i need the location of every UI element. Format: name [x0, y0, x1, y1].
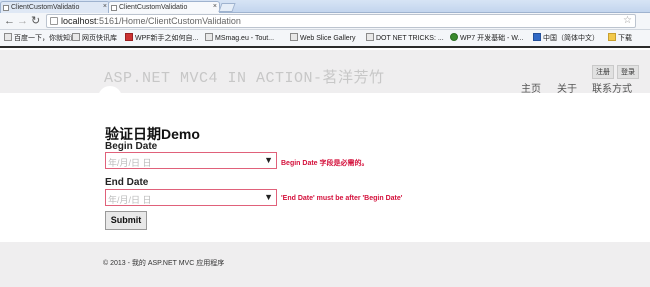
forward-icon[interactable]: → — [17, 14, 28, 28]
bookmark-label: MSmag.eu - Tout... — [215, 35, 275, 42]
page-icon — [290, 33, 298, 41]
dropdown-arrow-icon[interactable]: ▼ — [264, 155, 273, 165]
site-footer: © 2013 - 我的 ASP.NET MVC 应用程序 — [0, 242, 650, 287]
tab-strip: ClientCustomValidatio × ClientCustomVali… — [0, 0, 650, 13]
windows-icon — [533, 33, 541, 41]
bookmark-label: 下载 — [618, 35, 632, 42]
tab-2[interactable]: ClientCustomValidatio × — [108, 1, 220, 13]
bookmark-label: DOT NET TRICKS: ... — [376, 35, 444, 42]
bookmark-label: WPF新手之如何自... — [135, 35, 199, 42]
begin-date-error: Begin Date 字段是必需的。 — [281, 160, 369, 167]
bookmark-label: 网页快讯库 — [82, 35, 117, 42]
page-icon — [72, 33, 80, 41]
address-bar[interactable]: localhost:5161/Home/ClientCustomValidati… — [46, 14, 636, 28]
page-icon — [205, 33, 213, 41]
page-icon — [3, 5, 9, 11]
end-date-input[interactable]: 年/月/日 日 ▼ — [105, 189, 277, 206]
bookmark-item[interactable]: Web Slice Gallery — [290, 33, 356, 42]
bookmark-item[interactable]: DOT NET TRICKS: ... — [366, 33, 444, 42]
bookmark-label: WP7 开发基础 - W... — [460, 35, 524, 42]
bookmark-item[interactable]: 网页快讯库 — [72, 33, 117, 43]
tab-1-label: ClientCustomValidatio — [11, 4, 80, 11]
footer-copyright: © 2013 - 我的 ASP.NET MVC 应用程序 — [103, 260, 225, 267]
bookmark-item[interactable]: WP7 开发基础 - W... — [450, 33, 523, 43]
reload-icon[interactable]: ↻ — [31, 14, 40, 28]
close-icon[interactable]: × — [103, 3, 107, 10]
end-date-error: 'End Date' must be after 'Begin Date' — [281, 195, 403, 202]
end-date-label: End Date — [105, 177, 149, 188]
begin-date-placeholder: 年/月/日 日 — [108, 158, 152, 168]
bookmark-item[interactable]: 中国（简体中文） — [533, 33, 599, 43]
page-icon — [366, 33, 374, 41]
url-host: localhost — [61, 16, 97, 26]
bookmark-label: 中国（简体中文） — [543, 35, 599, 42]
end-date-placeholder: 年/月/日 日 — [108, 195, 152, 205]
page-icon — [125, 33, 133, 41]
site-header: ASP.NET MVC4 IN ACTION-茗洋芳竹 注册 登录 主页 关于 … — [0, 50, 650, 95]
page-icon — [50, 17, 58, 25]
star-icon[interactable]: ☆ — [623, 15, 632, 26]
header-decoration — [98, 86, 122, 110]
navigation-bar: ← → ↻ localhost:5161/Home/ClientCustomVa… — [0, 13, 650, 30]
folder-icon — [608, 33, 616, 41]
new-tab-button[interactable] — [218, 3, 236, 12]
bookmark-item[interactable]: MSmag.eu - Tout... — [205, 33, 274, 42]
begin-date-label: Begin Date — [105, 141, 158, 152]
submit-button[interactable]: Submit — [105, 211, 147, 230]
bookmark-label: Web Slice Gallery — [300, 35, 356, 42]
tab-1[interactable]: ClientCustomValidatio × — [0, 1, 110, 13]
bookmarks-bar: 百度一下，你就知道 网页快讯库 WPF新手之如何自... MSmag.eu - … — [0, 30, 650, 48]
bookmark-label: 百度一下，你就知道 — [14, 35, 77, 42]
begin-date-input[interactable]: 年/月/日 日 ▼ — [105, 152, 277, 169]
bookmark-item[interactable]: WPF新手之如何自... — [125, 33, 198, 43]
site-title[interactable]: ASP.NET MVC4 IN ACTION-茗洋芳竹 — [104, 66, 385, 87]
login-link[interactable]: 登录 — [617, 65, 639, 79]
bookmark-item[interactable]: 百度一下，你就知道 — [4, 33, 77, 43]
tab-2-label: ClientCustomValidatio — [119, 4, 188, 11]
url-text: localhost:5161/Home/ClientCustomValidati… — [61, 16, 241, 26]
dropdown-arrow-icon[interactable]: ▼ — [264, 192, 273, 202]
url-path: :5161/Home/ClientCustomValidation — [96, 16, 241, 26]
bookmark-item[interactable]: 下载 — [608, 33, 632, 43]
page-icon — [111, 5, 117, 11]
back-icon[interactable]: ← — [4, 14, 15, 28]
page-icon — [450, 33, 458, 41]
register-link[interactable]: 注册 — [592, 65, 614, 79]
page-icon — [4, 33, 12, 41]
close-icon[interactable]: × — [213, 3, 217, 10]
